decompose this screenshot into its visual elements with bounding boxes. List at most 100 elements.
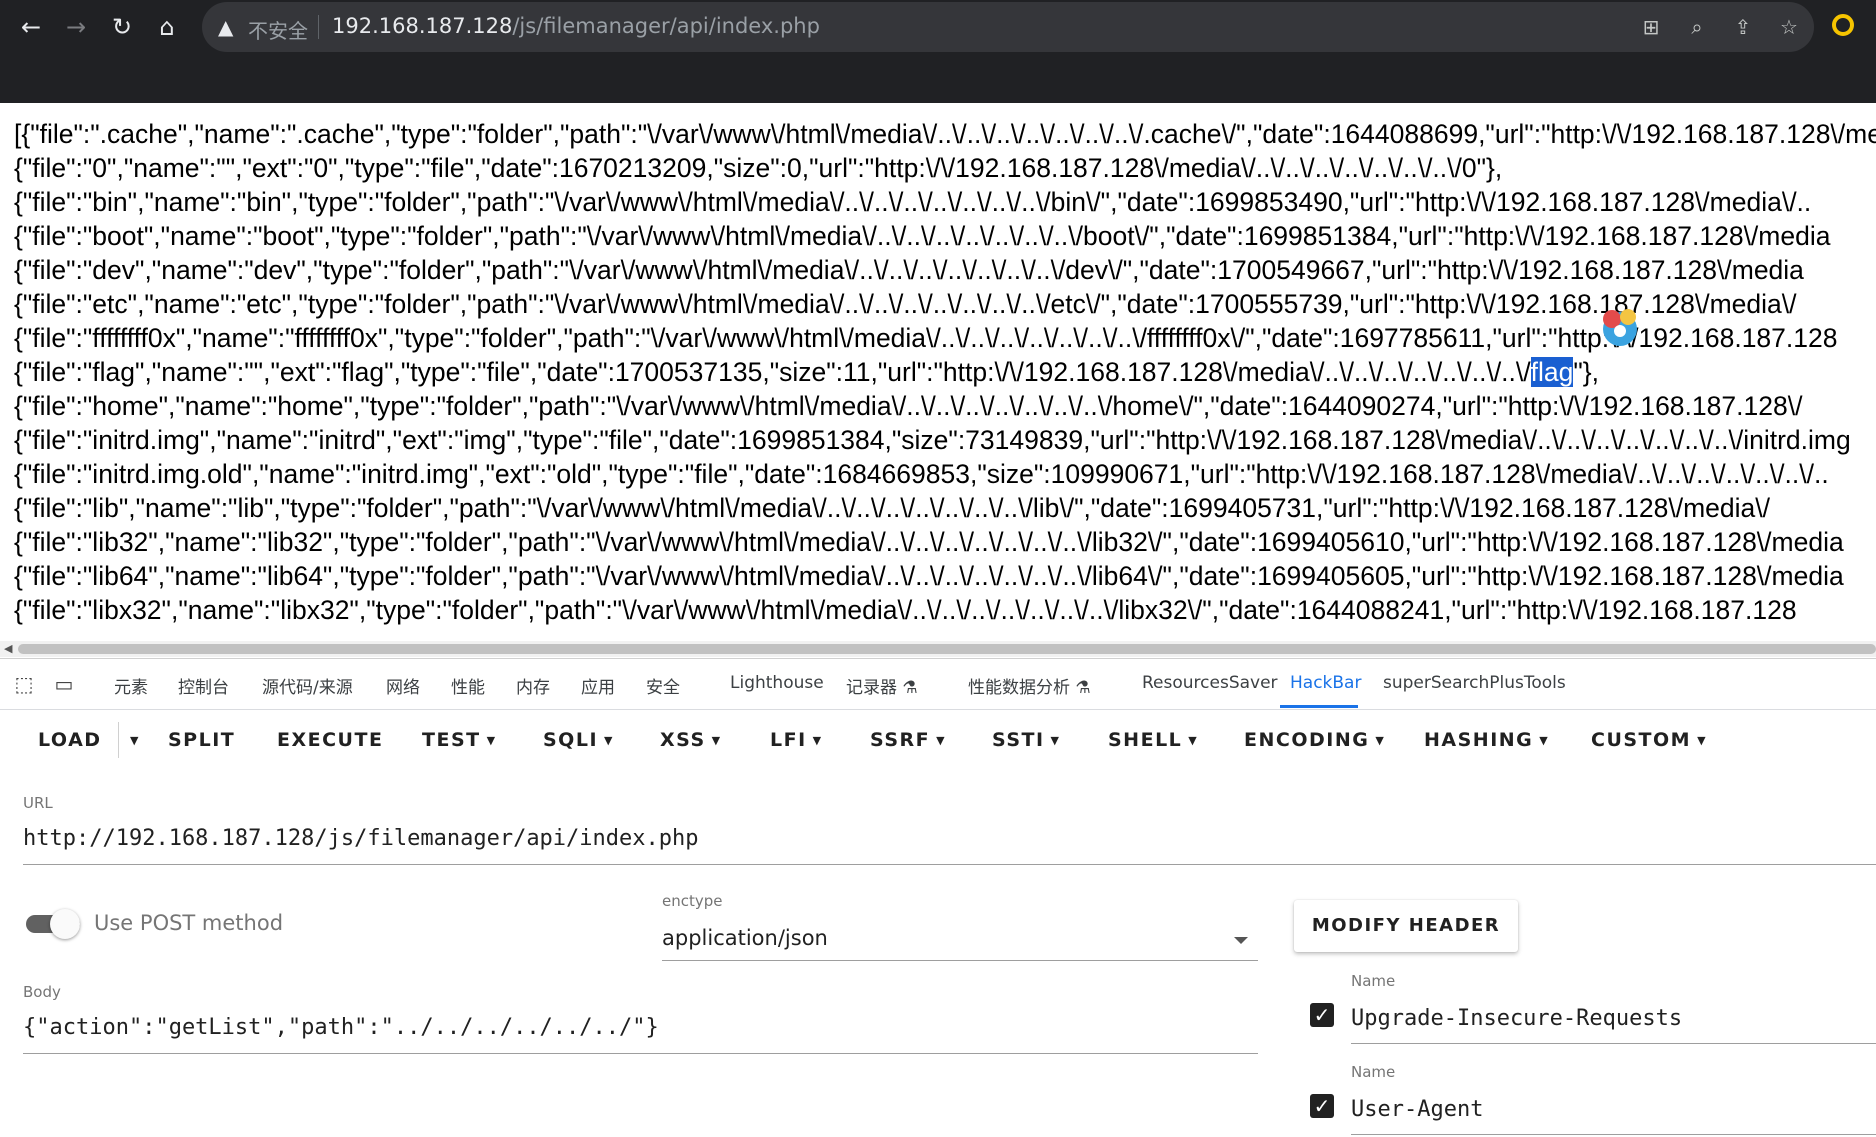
json-response-view: [{"file":".cache","name":".cache","type"… (0, 103, 1876, 641)
chevron-down-icon: ▼ (1697, 733, 1708, 747)
sticker-icon (1603, 309, 1637, 346)
chevron-down-icon: ▼ (936, 733, 947, 747)
back-arrow-icon[interactable]: ← (14, 10, 48, 44)
translate-icon[interactable]: ⊞ (1638, 14, 1664, 40)
xss-label: XSS (660, 729, 706, 751)
tab-elements[interactable]: 元素 (114, 673, 148, 698)
url-host: 192.168.187.128 (332, 14, 513, 38)
lfi-menu-button[interactable]: LFI ▼ (770, 724, 823, 756)
json-line: {"file":"libx32","name":"libx32","type":… (14, 595, 1797, 625)
execute-button[interactable]: EXECUTE (277, 724, 383, 756)
json-line: [{"file":".cache","name":".cache","type"… (14, 119, 1876, 149)
body-field-label: Body (23, 983, 61, 1001)
url-input[interactable]: http://192.168.187.128/js/filemanager/ap… (23, 826, 699, 851)
body-input-underline (23, 1053, 1258, 1054)
zoom-icon[interactable]: ⌕ (1684, 14, 1710, 40)
json-line: {"file":"home","name":"home","type":"fol… (14, 391, 1803, 421)
inspect-element-icon[interactable]: ⬚ (10, 671, 38, 697)
chevron-down-icon: ▼ (1050, 733, 1061, 747)
tab-performance[interactable]: 性能 (451, 673, 485, 698)
sqli-label: SQLI (543, 729, 599, 751)
share-icon[interactable]: ⇪ (1730, 14, 1756, 40)
address-url[interactable]: 192.168.187.128/js/filemanager/api/index… (332, 14, 820, 38)
modify-header-button[interactable]: MODIFY HEADER (1294, 900, 1518, 952)
horizontal-scrollbar[interactable]: ◀ (0, 641, 1876, 657)
flag-line-suffix: "}, (1573, 357, 1599, 387)
encoding-label: ENCODING (1244, 729, 1370, 751)
chevron-down-icon: ▼ (604, 733, 614, 747)
insecure-label: 不安全 (248, 19, 308, 43)
tab-hackbar[interactable]: HackBar (1290, 673, 1361, 693)
hashing-label: HASHING (1424, 729, 1534, 751)
hashing-menu-button[interactable]: HASHING ▼ (1424, 724, 1549, 756)
tab-supersearchplustools[interactable]: superSearchPlusTools (1383, 673, 1566, 693)
flag-line-prefix: {"file":"flag","name":"","ext":"flag","t… (14, 357, 1531, 387)
address-bar[interactable]: ▲ 不安全 192.168.187.128/js/filemanager/api… (202, 2, 1814, 52)
header-name-input[interactable]: Upgrade-Insecure-Requests (1351, 1006, 1682, 1031)
load-dropdown-icon[interactable]: ▼ (124, 724, 140, 756)
ssrf-menu-button[interactable]: SSRF ▼ (870, 724, 946, 756)
json-line: {"file":"initrd.img.old","name":"initrd.… (14, 459, 1829, 489)
header-name-input[interactable]: User-Agent (1351, 1097, 1483, 1122)
split-button[interactable]: SPLIT (168, 724, 235, 756)
encoding-menu-button[interactable]: ENCODING ▼ (1244, 724, 1385, 756)
bookmark-star-icon[interactable]: ☆ (1776, 14, 1802, 40)
load-split-divider (118, 722, 119, 758)
header-name-underline (1351, 1134, 1876, 1135)
reload-icon[interactable]: ↻ (105, 10, 139, 44)
chevron-down-icon: ▼ (812, 733, 823, 747)
warning-icon: ▲ (218, 15, 234, 39)
custom-menu-button[interactable]: CUSTOM ▼ (1591, 724, 1707, 756)
header-checkbox-upgrade-insecure-requests[interactable]: ✓ (1310, 1003, 1334, 1027)
forward-arrow-icon[interactable]: → (59, 10, 93, 44)
address-separator (318, 15, 319, 39)
tab-network[interactable]: 网络 (386, 673, 420, 698)
home-icon[interactable]: ⌂ (150, 10, 184, 44)
tab-console[interactable]: 控制台 (178, 673, 229, 698)
tab-recorder[interactable]: 记录器 ⚗ (846, 673, 918, 698)
header-checkbox-user-agent[interactable]: ✓ (1310, 1094, 1334, 1118)
json-line: {"file":"lib64","name":"lib64","type":"f… (14, 561, 1844, 591)
chevron-down-icon[interactable] (1234, 937, 1248, 944)
body-input[interactable]: {"action":"getList","path":"../../../../… (23, 1015, 659, 1040)
shell-menu-button[interactable]: SHELL ▼ (1108, 724, 1198, 756)
chevron-down-icon: ▼ (486, 733, 497, 747)
ssti-menu-button[interactable]: SSTI ▼ (992, 724, 1061, 756)
device-toolbar-icon[interactable]: ▭ (50, 671, 78, 697)
json-line: {"file":"dev","name":"dev","type":"folde… (14, 255, 1804, 285)
xss-menu-button[interactable]: XSS ▼ (660, 724, 722, 756)
chevron-down-icon: ▼ (711, 733, 722, 747)
enctype-underline (662, 960, 1258, 961)
scroll-left-icon[interactable]: ◀ (4, 641, 12, 657)
tab-application[interactable]: 应用 (581, 673, 615, 698)
browser-toolbar: ← → ↻ ⌂ ▲ 不安全 192.168.187.128/js/fileman… (0, 0, 1876, 103)
header-name-label: Name (1351, 972, 1396, 990)
header-name-underline (1351, 1043, 1876, 1044)
json-line: {"file":"initrd.img","name":"initrd","ex… (14, 425, 1851, 455)
tab-lighthouse[interactable]: Lighthouse (730, 673, 824, 693)
enctype-label: enctype (662, 892, 723, 910)
scrollbar-thumb[interactable] (18, 644, 1876, 654)
tab-sources[interactable]: 源代码/来源 (262, 673, 353, 698)
tab-resources-saver[interactable]: ResourcesSaver (1142, 673, 1278, 693)
sqli-menu-button[interactable]: SQLI ▼ (543, 724, 614, 756)
url-field-label: URL (23, 794, 53, 812)
post-method-toggle-knob[interactable] (50, 909, 80, 939)
chevron-down-icon: ▼ (1375, 733, 1386, 747)
ssti-label: SSTI (992, 729, 1045, 751)
test-menu-button[interactable]: TEST ▼ (422, 724, 497, 756)
header-name-label: Name (1351, 1063, 1396, 1081)
url-input-underline (23, 864, 1876, 865)
devtools-tab-bar: ⬚ ▭ 元素 控制台 源代码/来源 网络 性能 内存 应用 安全 Lightho… (0, 658, 1876, 710)
chevron-down-icon: ▼ (1539, 733, 1550, 747)
load-button[interactable]: LOAD (38, 724, 102, 756)
selected-flag-text[interactable]: flag (1530, 357, 1574, 387)
json-line: {"file":"ffffffff0x","name":"ffffffff0x"… (14, 323, 1838, 353)
tab-memory[interactable]: 内存 (516, 673, 550, 698)
hackbar-toolbar: LOAD ▼ SPLIT EXECUTE TEST ▼ SQLI ▼ XSS ▼ LF… (0, 710, 1876, 770)
active-tab-indicator (1280, 705, 1358, 708)
enctype-select[interactable]: application/json (662, 926, 828, 950)
tab-performance-insights[interactable]: 性能数据分析 ⚗ (968, 673, 1091, 698)
tab-security[interactable]: 安全 (646, 673, 680, 698)
profile-avatar-icon[interactable] (1832, 14, 1854, 36)
